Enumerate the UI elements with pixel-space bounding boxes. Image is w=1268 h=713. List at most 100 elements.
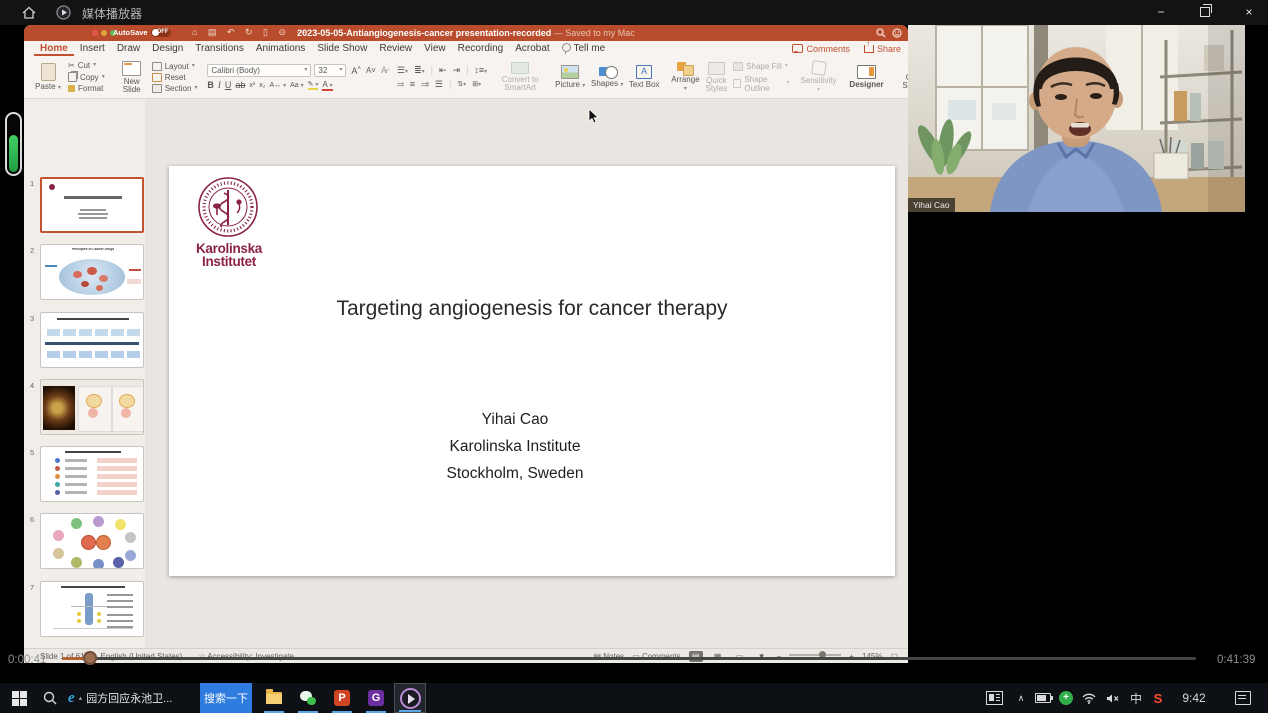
designer-button[interactable]: Designer	[848, 65, 886, 89]
slide-thumbnail-5[interactable]	[40, 446, 144, 502]
fit-slide-button[interactable]: ▢	[890, 652, 898, 661]
restore-button[interactable]	[1192, 3, 1218, 22]
sensitivity-button[interactable]: Sensitivity ▾	[800, 61, 838, 94]
zoom-slider[interactable]	[789, 654, 841, 656]
tab-review[interactable]: Review	[373, 41, 418, 56]
zoom-level[interactable]: 145%	[862, 652, 882, 661]
tray-expand-button[interactable]: ∧	[1012, 683, 1030, 713]
slide-thumbnail-3[interactable]	[40, 312, 144, 368]
zoom-in-button[interactable]: +	[849, 652, 854, 661]
close-button[interactable]: ×	[1236, 3, 1262, 22]
tab-design[interactable]: Design	[146, 41, 189, 56]
slide-thumbnail-6[interactable]	[40, 513, 144, 569]
ie-task-button[interactable]: e ▴ 园方回应永池卫...	[64, 683, 198, 713]
notes-button[interactable]: ▤ Notes	[593, 652, 624, 661]
line-spacing-button[interactable]: ↕≡▾	[474, 65, 487, 75]
copy-button[interactable]: Copy▾	[68, 72, 105, 82]
subscript-button[interactable]: x₂	[259, 82, 265, 89]
paste-button[interactable]: Paste ▾	[31, 63, 65, 92]
align-right-button[interactable]: ⫥	[421, 79, 429, 90]
font-size-select[interactable]: 32▾	[314, 64, 346, 77]
shape-fill-button[interactable]: Shape Fill▾	[733, 62, 789, 71]
antivirus-tray-button[interactable]: +	[1056, 683, 1076, 713]
reading-view-button[interactable]: ▭	[733, 651, 747, 662]
bullets-button[interactable]: ☰▾	[397, 65, 408, 76]
g-app-button[interactable]: G	[362, 683, 390, 713]
share-button[interactable]: Share	[857, 44, 908, 54]
slide-thumbnail-4[interactable]	[40, 379, 144, 435]
superscript-button[interactable]: x²	[249, 82, 255, 89]
reset-button[interactable]: Reset	[152, 73, 198, 82]
slide-thumbnail-2[interactable]: Principles of Cancer Drugs	[40, 244, 144, 300]
numbering-button[interactable]: ≣▾	[414, 65, 425, 76]
taskbar-clock[interactable]: 9:42	[1172, 683, 1216, 713]
italic-button[interactable]: I	[218, 80, 221, 90]
action-center-button[interactable]	[1230, 683, 1256, 713]
slide-1[interactable]: Karolinska Institutet Targeting angiogen…	[169, 166, 895, 576]
clear-formatting-button[interactable]: A̷	[381, 66, 387, 75]
tab-view[interactable]: View	[418, 41, 452, 56]
battery-indicator[interactable]	[1032, 683, 1054, 713]
slide-title-text[interactable]: Targeting angiogenesis for cancer therap…	[169, 297, 895, 321]
tab-animations[interactable]: Animations	[250, 41, 311, 56]
font-name-select[interactable]: Calibri (Body)▾	[207, 64, 311, 77]
slide-author-block[interactable]: Yihai Cao Karolinska Institute Stockholm…	[152, 406, 878, 487]
increase-font-button[interactable]: A˄	[351, 65, 361, 76]
minimize-button[interactable]: −	[1148, 3, 1174, 22]
slideshow-button[interactable]: ▼	[755, 651, 769, 662]
slide-thumbnail-1[interactable]	[40, 177, 144, 233]
search-cta-button[interactable]: 搜索一下	[200, 683, 252, 713]
align-text-button[interactable]: ⊞▾	[472, 80, 481, 88]
change-case-button[interactable]: Aa ▾	[290, 82, 304, 89]
powerpoint-button[interactable]: P	[328, 683, 356, 713]
sogou-tray-button[interactable]: S	[1148, 683, 1168, 713]
tab-slideshow[interactable]: Slide Show	[311, 41, 373, 56]
tab-insert[interactable]: Insert	[74, 41, 111, 56]
feedback-smiley-icon[interactable]	[892, 28, 902, 38]
start-button[interactable]	[6, 683, 32, 713]
increase-indent-button[interactable]: ⇥	[453, 65, 461, 76]
layout-button[interactable]: Layout▾	[152, 62, 198, 71]
tab-recording[interactable]: Recording	[452, 41, 510, 56]
media-player-task-button[interactable]	[394, 683, 426, 713]
tab-tellme[interactable]: Tell me	[556, 41, 611, 56]
format-painter-button[interactable]: Format	[68, 84, 105, 93]
highlight-button[interactable]: ✎ ▾	[308, 80, 319, 90]
decrease-font-button[interactable]: A˅	[366, 66, 376, 75]
shape-outline-button[interactable]: Shape Outline▾	[733, 75, 789, 93]
file-explorer-button[interactable]	[260, 683, 288, 713]
underline-button[interactable]: U	[225, 80, 232, 90]
character-spacing-button[interactable]: A↔ ▾	[269, 82, 286, 89]
slide-thumbnail-7[interactable]	[40, 581, 144, 637]
normal-view-button[interactable]: ▤	[689, 651, 703, 662]
picture-button[interactable]: Picture ▾	[553, 65, 587, 90]
comments-panel-button[interactable]: ▭ Comments	[632, 652, 680, 661]
wechat-button[interactable]	[294, 683, 322, 713]
zoom-out-button[interactable]: −	[777, 652, 782, 661]
align-left-button[interactable]: ⫤	[397, 79, 404, 90]
cut-button[interactable]: ✂Cut▾	[68, 61, 105, 70]
shapes-button[interactable]: Shapes ▾	[590, 66, 624, 89]
tab-draw[interactable]: Draw	[111, 41, 146, 56]
home-icon[interactable]	[22, 6, 36, 19]
quick-styles-button[interactable]: Quick Styles	[703, 62, 731, 93]
ime-indicator[interactable]: 中	[1126, 683, 1146, 713]
taskbar-search-button[interactable]	[38, 683, 62, 713]
search-icon[interactable]	[876, 28, 886, 38]
justify-button[interactable]: ☰	[435, 79, 443, 90]
new-slide-button[interactable]: New Slide	[115, 61, 149, 94]
convert-smartart-button[interactable]: Convert to SmartArt	[497, 62, 543, 92]
strikethrough-button[interactable]: ab	[235, 80, 245, 90]
slide-sorter-view-button[interactable]: ▦	[711, 651, 725, 662]
volume-muted-indicator[interactable]	[1102, 683, 1124, 713]
tab-acrobat[interactable]: Acrobat	[509, 41, 555, 56]
comments-button[interactable]: Comments	[785, 44, 857, 54]
text-direction-button[interactable]: ⇅▾	[457, 80, 466, 88]
wifi-indicator[interactable]	[1078, 683, 1100, 713]
align-center-button[interactable]: ≡	[410, 79, 415, 89]
tab-transitions[interactable]: Transitions	[189, 41, 250, 56]
tab-home[interactable]: Home	[34, 41, 74, 56]
news-widget-button[interactable]	[982, 683, 1006, 713]
language-status[interactable]: English (United States)	[100, 652, 182, 661]
decrease-indent-button[interactable]: ⇤	[439, 65, 447, 76]
